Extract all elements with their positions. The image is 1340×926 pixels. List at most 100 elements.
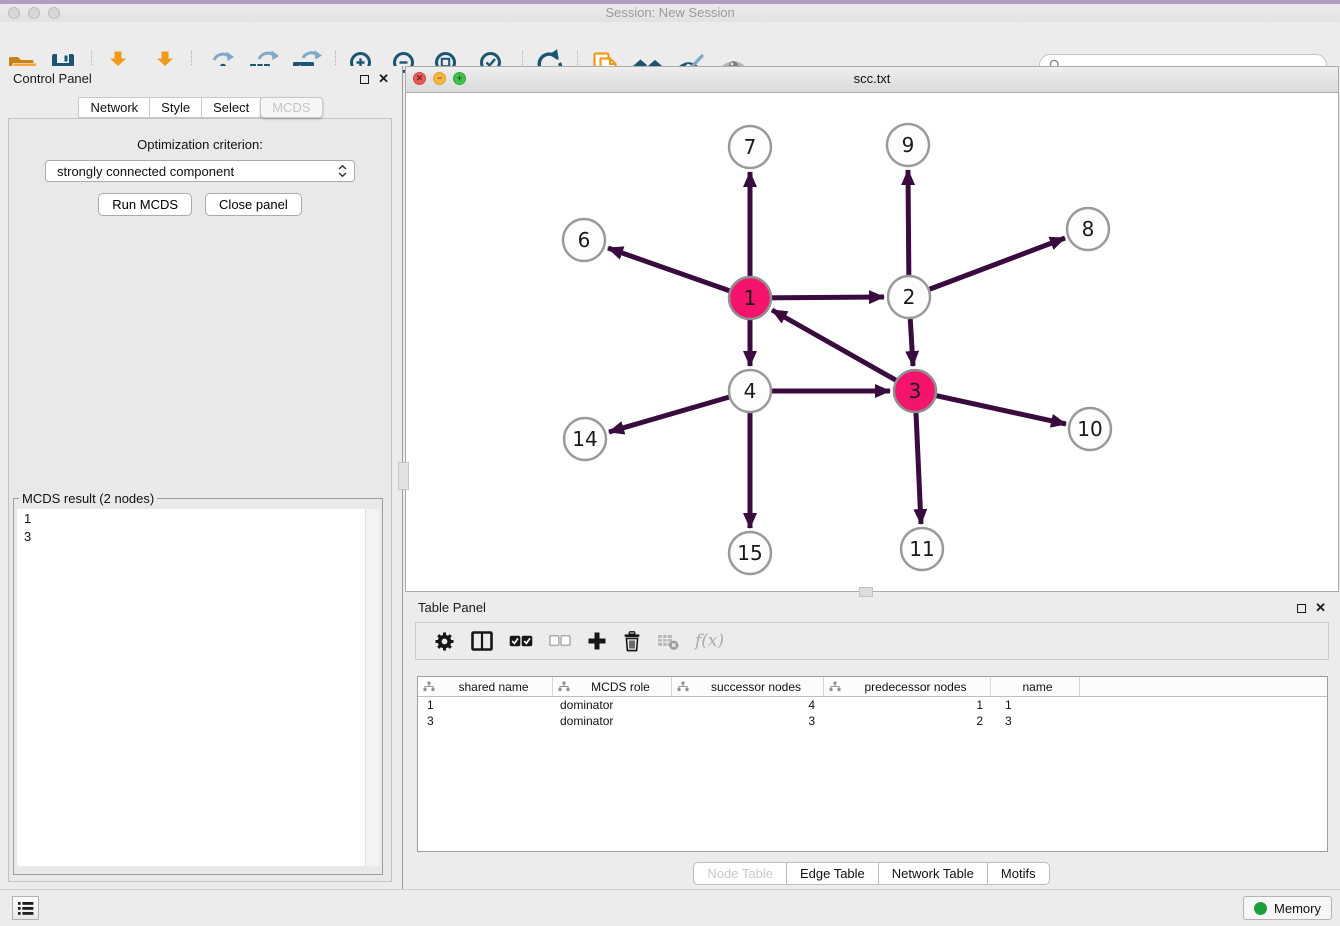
cell-name: 3 [991, 714, 1080, 728]
float-table-panel-icon[interactable] [1297, 604, 1306, 613]
minimize-window-button[interactable] [28, 7, 40, 19]
status-bar: Memory [0, 889, 1340, 926]
control-panel-header: Control Panel ✕ [0, 66, 402, 92]
column-header-successor-nodes[interactable]: successor nodes [672, 677, 824, 696]
tab-motifs[interactable]: Motifs [987, 862, 1050, 885]
network-window-title: scc.txt [406, 67, 1338, 91]
window-title: Session: New Session [0, 4, 1340, 22]
tab-mcds[interactable]: MCDS [260, 97, 322, 118]
column-header-predecessor-nodes[interactable]: predecessor nodes [824, 677, 991, 696]
edge-3-10[interactable] [915, 391, 1066, 424]
tab-node-table[interactable]: Node Table [693, 862, 787, 885]
main-toolbar [0, 22, 1340, 67]
add-row-icon[interactable] [587, 631, 607, 651]
dropdown-arrows-icon [338, 165, 347, 177]
task-history-button[interactable] [12, 896, 39, 920]
result-scrollbar[interactable] [365, 509, 379, 866]
show-columns-icon[interactable] [471, 631, 493, 651]
node-8[interactable]: 8 [1067, 208, 1109, 250]
node-15[interactable]: 15 [729, 532, 771, 574]
close-panel-button[interactable]: Close panel [205, 193, 302, 216]
svg-text:11: 11 [909, 537, 934, 561]
table-row[interactable]: 3 dominator 3 2 3 [418, 713, 1327, 729]
svg-text:6: 6 [578, 228, 591, 252]
node-6[interactable]: 6 [563, 219, 605, 261]
close-panel-icon[interactable]: ✕ [378, 74, 389, 84]
table-panel: Table Panel ✕ f(x) shared name MCDS role… [405, 595, 1339, 890]
node-1[interactable]: 1 [729, 277, 771, 319]
memory-button[interactable]: Memory [1243, 896, 1332, 920]
tab-network-table[interactable]: Network Table [878, 862, 988, 885]
unselect-all-icon[interactable] [549, 635, 571, 647]
svg-text:14: 14 [572, 427, 597, 451]
delete-table-icon[interactable] [657, 632, 679, 651]
window-controls [8, 7, 60, 19]
cell-shared-name: 1 [418, 698, 553, 712]
vertical-splitter-handle[interactable] [398, 462, 409, 490]
sort-tree-icon [677, 681, 689, 692]
control-panel-title: Control Panel [0, 66, 402, 92]
mcds-result-title: MCDS result (2 nodes) [19, 491, 157, 506]
sort-tree-icon [423, 681, 435, 692]
horizontal-splitter-handle[interactable] [859, 587, 873, 597]
cell-successor-nodes: 4 [672, 698, 824, 712]
column-header-name[interactable]: name [991, 677, 1080, 696]
cell-successor-nodes: 3 [672, 714, 824, 728]
network-canvas[interactable]: 7 9 6 8 1 2 4 3 14 10 15 11 [406, 92, 1338, 591]
result-node: 1 [17, 509, 379, 527]
svg-text:8: 8 [1082, 217, 1095, 241]
mcds-result-group: MCDS result (2 nodes) 1 3 [13, 491, 383, 875]
function-builder-icon[interactable]: f(x) [695, 631, 724, 651]
node-9[interactable]: 9 [887, 124, 929, 166]
table-panel-header: Table Panel ✕ [405, 595, 1339, 621]
svg-text:1: 1 [744, 286, 757, 310]
column-header-shared-name[interactable]: shared name [418, 677, 553, 696]
edge-3-1[interactable] [772, 310, 915, 391]
node-10[interactable]: 10 [1069, 408, 1111, 450]
float-panel-icon[interactable] [360, 75, 369, 84]
cell-shared-name: 3 [418, 714, 553, 728]
result-node: 3 [17, 527, 379, 545]
tab-select[interactable]: Select [201, 97, 261, 118]
tab-style[interactable]: Style [149, 97, 202, 118]
edge-2-8[interactable] [909, 238, 1065, 297]
tab-edge-table[interactable]: Edge Table [786, 862, 879, 885]
svg-text:10: 10 [1077, 417, 1102, 441]
cell-mcds-role: dominator [553, 714, 672, 728]
list-icon [17, 901, 34, 916]
criterion-dropdown[interactable]: strongly connected component [45, 160, 355, 182]
table-toolbar: f(x) [415, 622, 1329, 660]
node-4[interactable]: 4 [729, 370, 771, 412]
network-close-icon[interactable]: ✕ [413, 72, 426, 85]
svg-text:2: 2 [903, 285, 916, 309]
cell-name: 1 [991, 698, 1080, 712]
close-window-button[interactable] [8, 7, 20, 19]
node-14[interactable]: 14 [564, 418, 606, 460]
node-7[interactable]: 7 [729, 126, 771, 168]
node-3[interactable]: 3 [894, 370, 936, 412]
cell-mcds-role: dominator [553, 698, 672, 712]
run-mcds-button[interactable]: Run MCDS [98, 193, 192, 216]
select-all-icon[interactable] [509, 634, 533, 648]
node-2[interactable]: 2 [888, 276, 930, 318]
control-panel: Control Panel ✕ Network Style Select MCD… [0, 66, 403, 890]
criterion-value: strongly connected component [57, 164, 234, 179]
memory-status-icon [1254, 902, 1267, 915]
table-row[interactable]: 1 dominator 4 1 1 [418, 697, 1327, 713]
node-11[interactable]: 11 [901, 528, 943, 570]
table-tabs: Node Table Edge Table Network Table Moti… [405, 862, 1339, 885]
settings-gear-icon[interactable] [434, 631, 455, 652]
zoom-window-button[interactable] [48, 7, 60, 19]
network-maximize-icon[interactable]: + [453, 72, 466, 85]
optimization-criterion-label: Optimization criterion: [9, 137, 391, 152]
delete-row-icon[interactable] [623, 631, 641, 652]
close-table-panel-icon[interactable]: ✕ [1315, 603, 1326, 613]
sort-tree-icon [829, 681, 841, 692]
edge-1-6[interactable] [608, 248, 750, 298]
network-view-window: ✕ − + scc.txt 7 9 6 8 1 2 [405, 66, 1339, 592]
tab-network[interactable]: Network [78, 97, 150, 118]
column-header-mcds-role[interactable]: MCDS role [553, 677, 672, 696]
network-minimize-icon[interactable]: − [433, 72, 446, 85]
svg-text:3: 3 [909, 379, 922, 403]
table-panel-title: Table Panel [405, 595, 1339, 621]
